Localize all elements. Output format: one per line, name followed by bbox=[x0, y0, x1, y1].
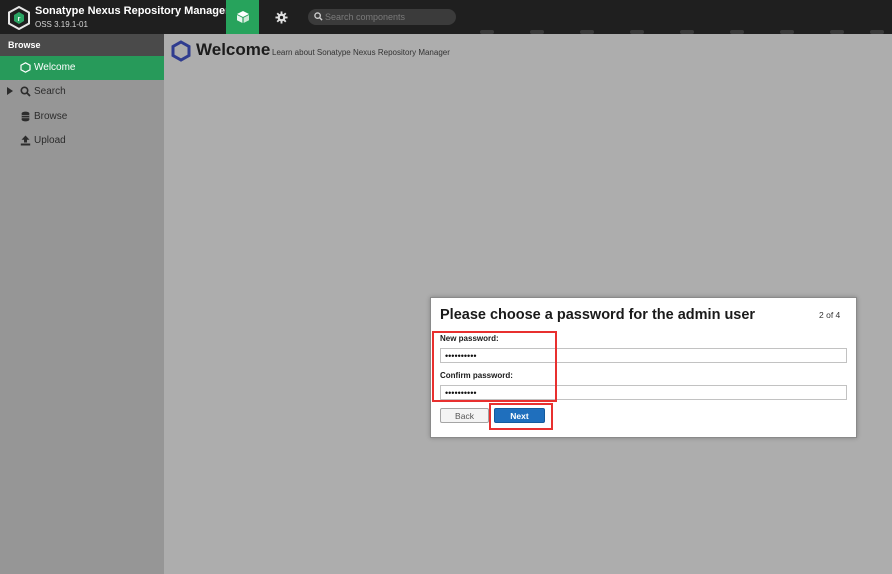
sidebar-item-label: Search bbox=[34, 86, 66, 97]
cube-icon bbox=[236, 11, 249, 23]
gear-icon bbox=[274, 10, 288, 24]
browse-mode-button[interactable] bbox=[226, 0, 259, 34]
search-icon bbox=[20, 86, 31, 97]
database-icon bbox=[21, 111, 30, 122]
wizard-step-indicator: 2 of 4 bbox=[819, 310, 841, 320]
password-fields-highlight bbox=[432, 331, 557, 402]
nexus-logo-icon: r bbox=[8, 6, 30, 30]
page-title: Welcome bbox=[196, 40, 271, 59]
sidebar-item-label: Welcome bbox=[34, 62, 76, 73]
page-subtitle: Learn about Sonatype Nexus Repository Ma… bbox=[272, 48, 450, 57]
app-title: Sonatype Nexus Repository Manager bbox=[35, 5, 230, 17]
sidebar-item-browse[interactable]: Browse bbox=[0, 105, 164, 129]
svg-text:r: r bbox=[18, 16, 21, 23]
top-header: r Sonatype Nexus Repository Manager OSS … bbox=[0, 0, 892, 34]
sidebar-item-label: Upload bbox=[34, 135, 66, 146]
sidebar-item-upload[interactable]: Upload bbox=[0, 129, 164, 153]
administration-mode-button[interactable] bbox=[266, 0, 296, 34]
sidebar: Browse Welcome Search Browse Upload bbox=[0, 34, 164, 574]
search-components-input[interactable] bbox=[325, 10, 450, 24]
app-version: OSS 3.19.1-01 bbox=[35, 20, 88, 29]
welcome-hexagon-icon bbox=[171, 40, 191, 62]
dialog-title: Please choose a password for the admin u… bbox=[440, 307, 756, 323]
search-icon bbox=[314, 12, 323, 21]
sidebar-item-welcome[interactable]: Welcome bbox=[0, 56, 164, 80]
sidebar-item-label: Browse bbox=[34, 111, 68, 122]
hexagon-icon bbox=[20, 62, 31, 73]
upload-icon bbox=[20, 135, 31, 146]
search-components-box[interactable] bbox=[308, 9, 456, 25]
expand-arrow-icon[interactable] bbox=[7, 87, 13, 95]
next-button-highlight bbox=[489, 403, 553, 430]
sidebar-item-search[interactable]: Search bbox=[0, 80, 164, 104]
back-button[interactable]: Back bbox=[440, 408, 489, 423]
sidebar-section-title: Browse bbox=[0, 34, 164, 56]
